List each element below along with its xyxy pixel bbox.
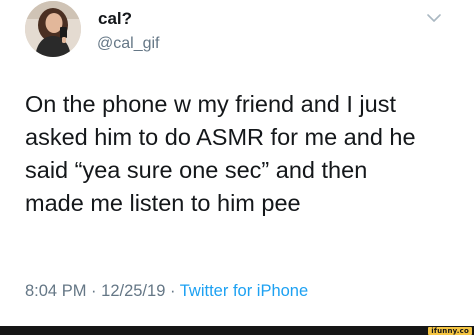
tweet-date[interactable]: 12/25/19 bbox=[101, 282, 165, 300]
user-handle[interactable]: @cal_gif bbox=[97, 34, 160, 54]
tweet-text-line: On the phone w my friend and I just bbox=[25, 91, 396, 117]
display-name[interactable]: cal? bbox=[98, 9, 132, 29]
tweet-text-line: made me listen to him pee bbox=[25, 190, 301, 216]
tweet-text-line: said “yea sure one sec” and then bbox=[25, 157, 368, 183]
tweet-text: On the phone w my friend and I just aske… bbox=[25, 88, 470, 220]
tweet-time[interactable]: 8:04 PM bbox=[25, 282, 86, 300]
meta-separator: · bbox=[169, 282, 176, 300]
tweet-text-line: asked him to do ASMR for me and he bbox=[25, 124, 416, 150]
avatar-photo-icon bbox=[25, 1, 81, 57]
tweet-metadata: 8:04 PM · 12/25/19 · Twitter for iPhone bbox=[25, 280, 308, 302]
ifunny-watermark: ifunny.co bbox=[428, 327, 472, 335]
watermark-bar: ifunny.co bbox=[0, 326, 474, 335]
chevron-down-icon[interactable] bbox=[426, 12, 442, 24]
tweet-source-link[interactable]: Twitter for iPhone bbox=[180, 282, 308, 300]
meta-separator: · bbox=[91, 282, 97, 300]
avatar[interactable] bbox=[25, 1, 81, 57]
